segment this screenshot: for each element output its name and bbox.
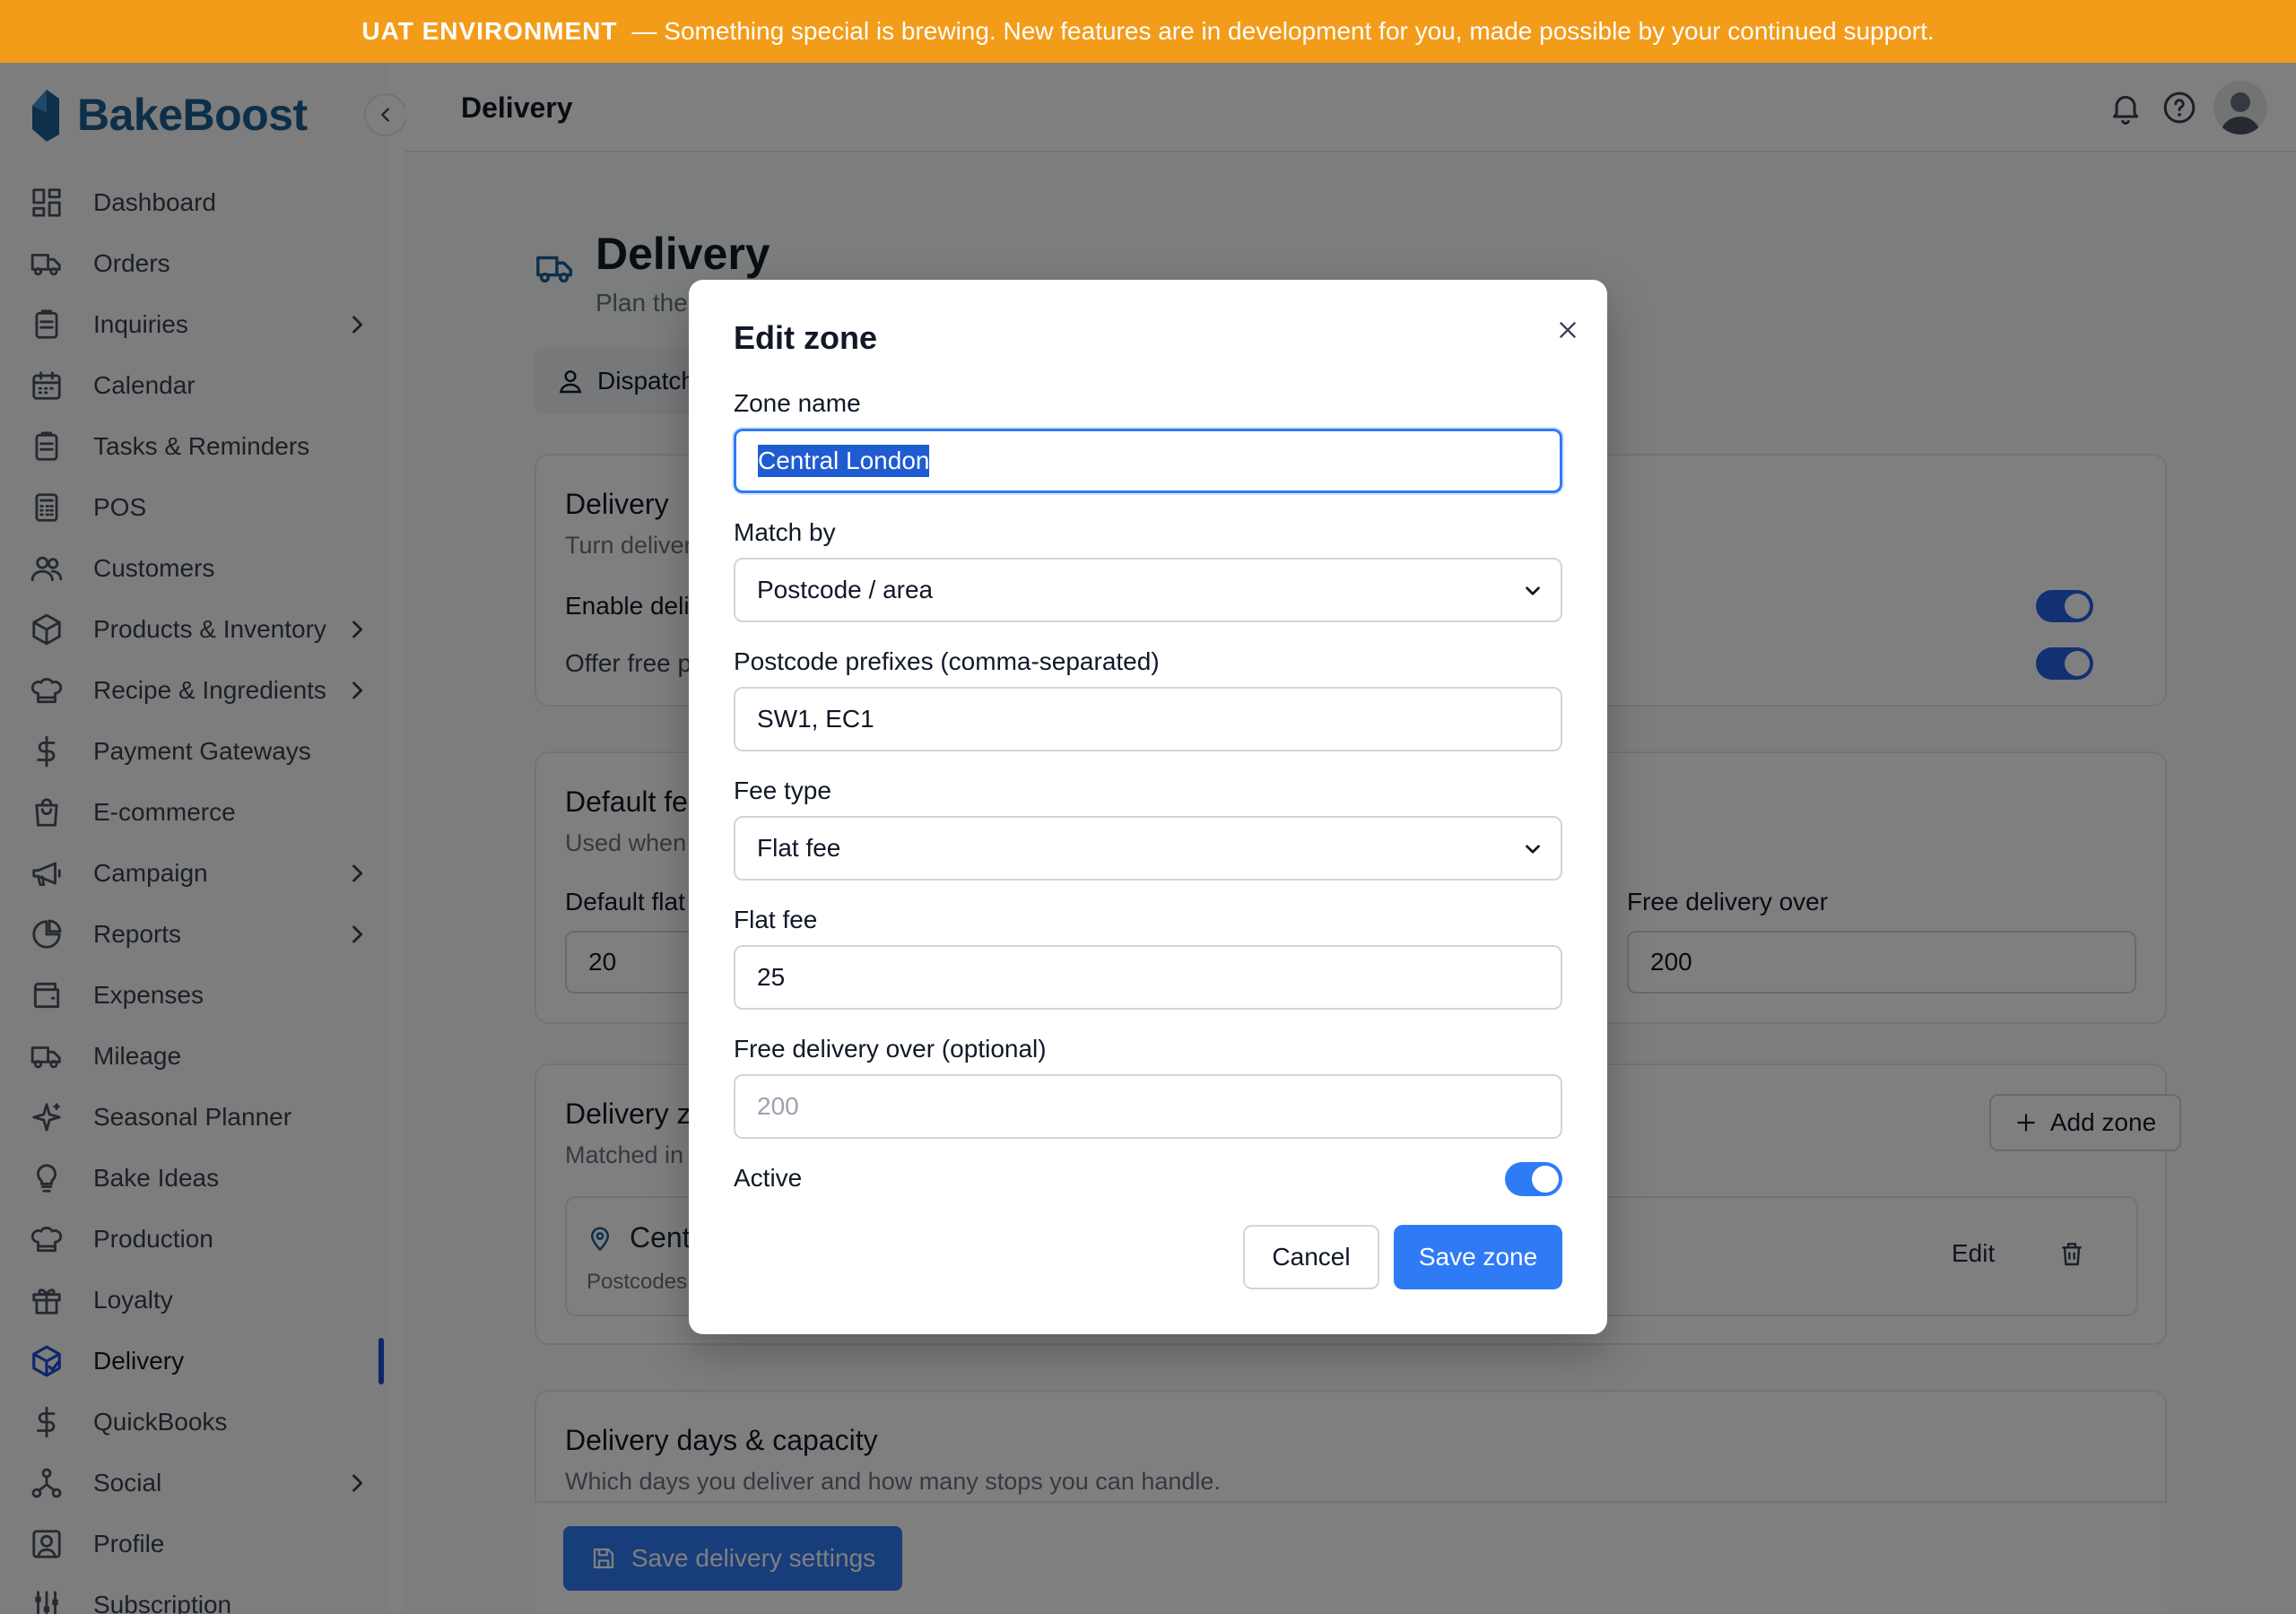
close-icon — [1560, 322, 1576, 338]
fee-type-label: Fee type — [734, 777, 831, 804]
prefixes-input[interactable]: SW1, EC1 — [734, 687, 1562, 751]
active-toggle[interactable] — [1505, 1162, 1562, 1196]
free-over-optional-input[interactable]: 200 — [734, 1074, 1562, 1139]
fee-type-select[interactable]: Flat fee — [734, 816, 1562, 881]
modal-title: Edit zone — [734, 319, 877, 356]
active-label: Active — [734, 1164, 803, 1192]
chevron-down-icon — [1526, 845, 1540, 854]
match-by-value: Postcode / area — [757, 576, 934, 603]
flat-fee-value: 25 — [757, 963, 786, 991]
chevron-down-icon — [1526, 586, 1540, 595]
match-by-select[interactable]: Postcode / area — [734, 558, 1562, 622]
save-zone-button[interactable]: Save zone — [1394, 1225, 1562, 1289]
fee-type-value: Flat fee — [757, 834, 841, 862]
flat-fee-label: Flat fee — [734, 906, 818, 933]
zone-name-value: Central London — [758, 445, 930, 477]
free-over-placeholder: 200 — [757, 1092, 799, 1120]
match-by-label: Match by — [734, 518, 836, 546]
banner-message: — Something special is brewing. New feat… — [631, 17, 1935, 45]
prefixes-value: SW1, EC1 — [757, 705, 874, 733]
environment-banner: UAT ENVIRONMENT — Something special is b… — [0, 0, 2296, 63]
banner-label: UAT ENVIRONMENT — [361, 17, 618, 45]
zone-name-input[interactable]: Central London — [734, 429, 1562, 493]
free-over-optional-label: Free delivery over (optional) — [734, 1035, 1047, 1063]
prefixes-label: Postcode prefixes (comma-separated) — [734, 647, 1160, 675]
cancel-button[interactable]: Cancel — [1243, 1225, 1379, 1289]
edit-zone-modal: Edit zone Zone name Central London Match… — [689, 280, 1607, 1334]
zone-name-label: Zone name — [734, 389, 861, 417]
flat-fee-input[interactable]: 25 — [734, 945, 1562, 1010]
close-modal-button[interactable] — [1550, 312, 1586, 348]
